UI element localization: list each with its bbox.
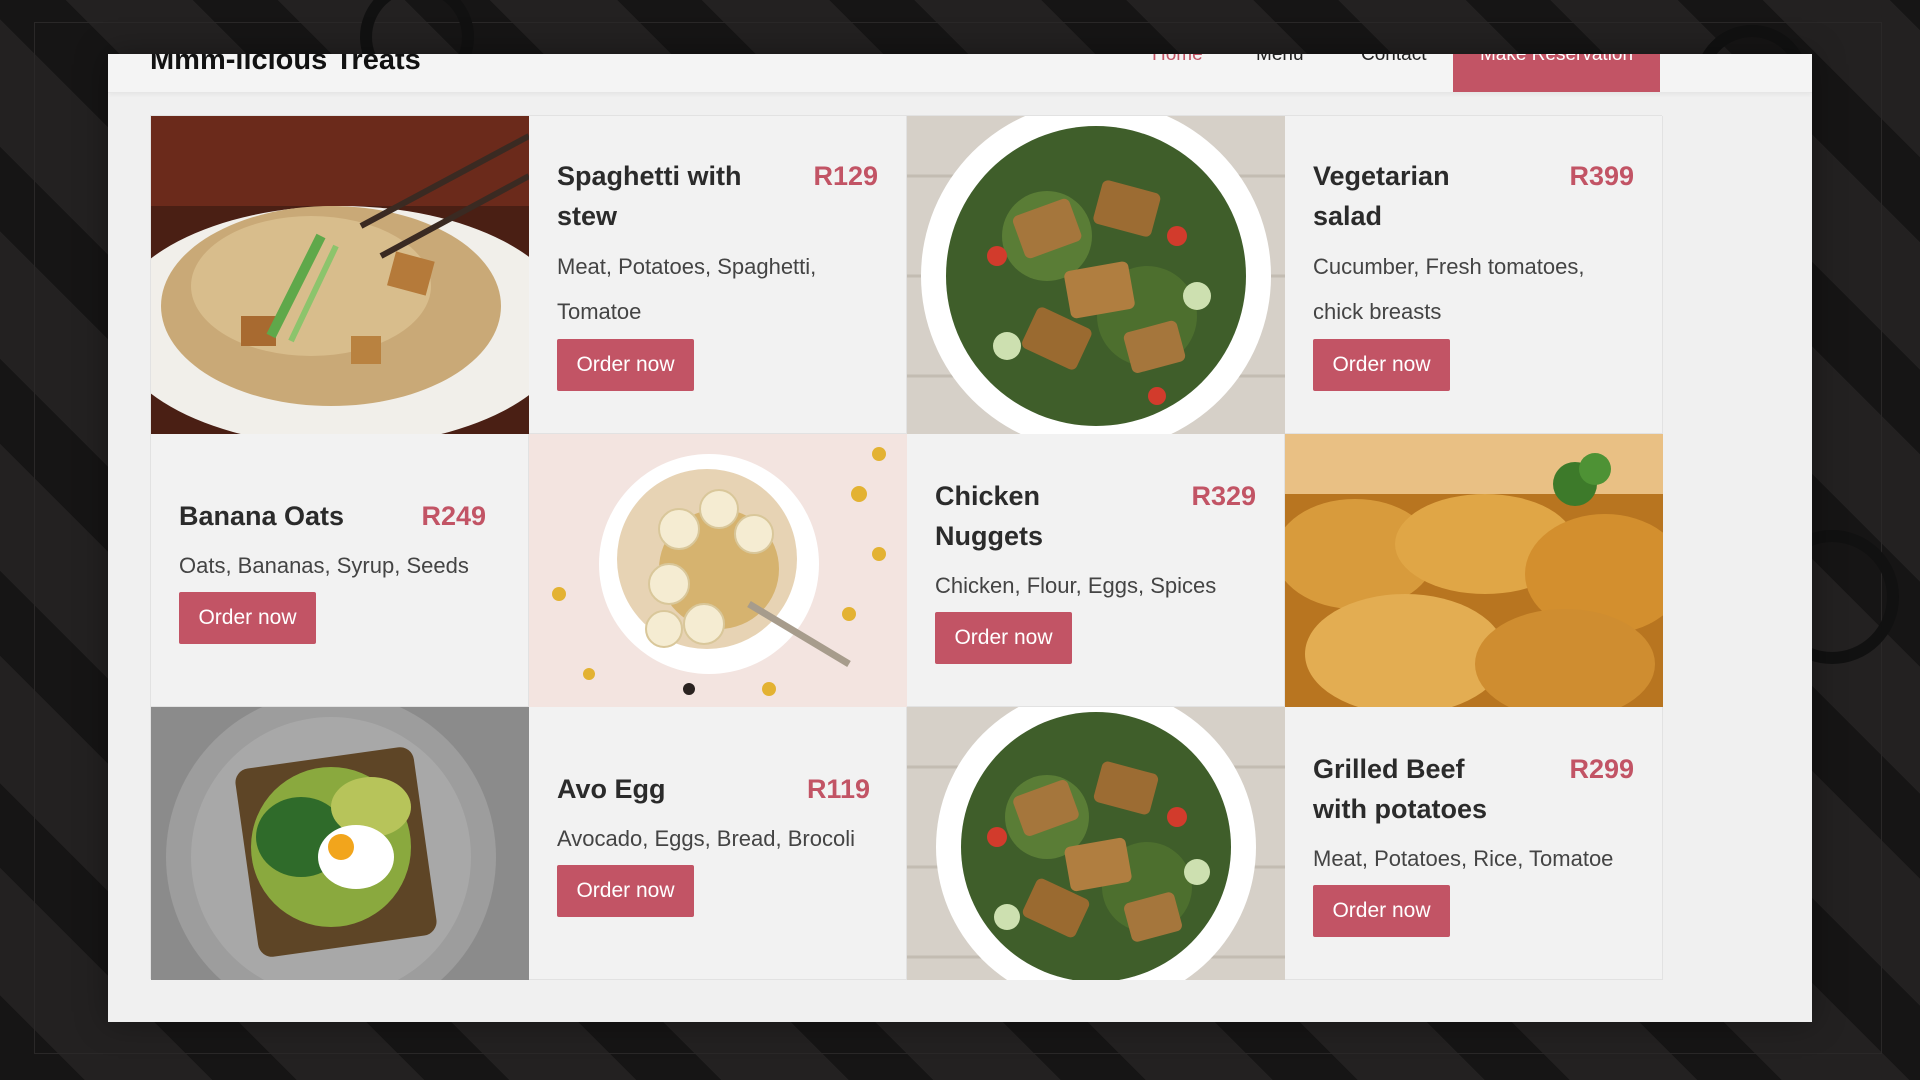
fried-chicken-photo — [1285, 434, 1663, 707]
dish-price: R329 — [1191, 481, 1256, 511]
dish-card: Chicken Nuggets R329 Chicken, Flour, Egg… — [907, 434, 1285, 707]
order-now-button[interactable]: Order now — [1313, 339, 1450, 391]
website-page: Mmm-licious Treats Home Menu Contact Mak… — [108, 54, 1812, 1022]
dish-ingredients: Oats, Bananas, Syrup, Seeds — [179, 553, 469, 578]
dish-card: Grilled Beef with potatoes R299 Meat, Po… — [1285, 707, 1663, 980]
order-now-button[interactable]: Order now — [557, 865, 694, 917]
dish-ingredients: Cucumber, Fresh tomatoes, chick breasts — [1313, 254, 1585, 324]
brand-logo[interactable]: Mmm-licious Treats — [150, 54, 421, 77]
dish-card: Spaghetti with stew R129 Meat, Potatoes,… — [529, 116, 907, 434]
menu-grid: Spaghetti with stew R129 Meat, Potatoes,… — [150, 115, 1663, 980]
dish-price: R399 — [1569, 161, 1634, 191]
nav-menu[interactable]: Menu — [1256, 54, 1304, 66]
site-header: Mmm-licious Treats Home Menu Contact Mak… — [108, 54, 1812, 93]
dish-ingredients: Meat, Potatoes, Spaghetti, Tomatoe — [557, 254, 817, 324]
nav-home[interactable]: Home — [1152, 54, 1203, 66]
dish-ingredients: Avocado, Eggs, Bread, Brocoli — [557, 826, 855, 851]
dish-title: Vegetarian salad — [1313, 161, 1450, 231]
make-reservation-label: Make Reservation — [1479, 54, 1634, 65]
dish-card: Vegetarian salad R399 Cucumber, Fresh to… — [1285, 116, 1663, 434]
order-now-button[interactable]: Order now — [935, 612, 1072, 664]
avocado-egg-toast-photo — [151, 707, 529, 980]
dish-price: R299 — [1569, 754, 1634, 784]
order-now-button[interactable]: Order now — [1313, 885, 1450, 937]
dish-card: Avo Egg R119 Avocado, Eggs, Bread, Broco… — [529, 707, 907, 980]
dish-ingredients: Chicken, Flour, Eggs, Spices — [935, 573, 1217, 598]
dish-price: R129 — [813, 161, 878, 191]
order-now-button[interactable]: Order now — [557, 339, 694, 391]
noodle-stir-fry-photo — [151, 116, 529, 434]
banana-oat-bowl-photo — [529, 434, 907, 707]
dish-card: Banana Oats R249 Oats, Bananas, Syrup, S… — [151, 434, 529, 707]
dish-title: Grilled Beef with potatoes — [1313, 754, 1487, 824]
dish-title: Chicken Nuggets — [935, 481, 1043, 551]
grilled-halloumi-salad-photo — [907, 116, 1285, 434]
dish-title: Banana Oats — [179, 501, 345, 531]
make-reservation-button[interactable]: Make Reservation — [1453, 54, 1660, 92]
grilled-halloumi-salad-photo — [907, 707, 1285, 980]
dish-price: R249 — [421, 501, 486, 531]
dish-title: Spaghetti with stew — [557, 161, 742, 231]
nav-contact[interactable]: Contact — [1361, 54, 1426, 66]
dish-title: Avo Egg — [557, 774, 666, 804]
dish-price: R119 — [806, 774, 870, 804]
dish-ingredients: Meat, Potatoes, Rice, Tomatoe — [1313, 846, 1614, 871]
order-now-button[interactable]: Order now — [179, 592, 316, 644]
